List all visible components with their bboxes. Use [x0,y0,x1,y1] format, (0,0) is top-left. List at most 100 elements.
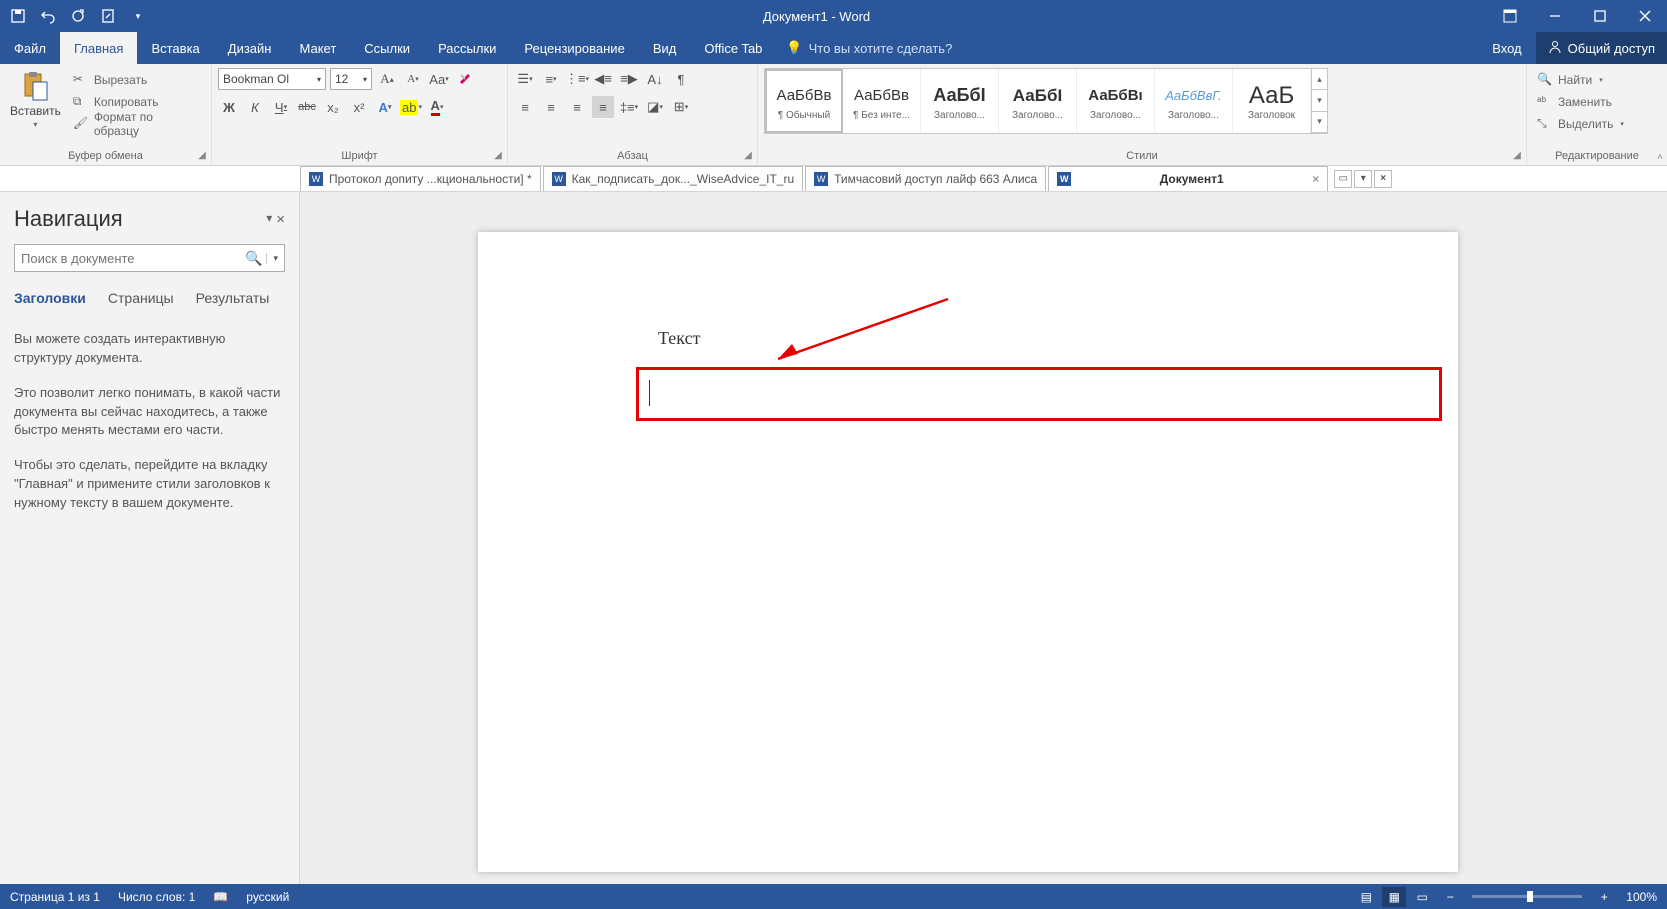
font-color-button[interactable]: A▾ [426,96,448,118]
status-page[interactable]: Страница 1 из 1 [10,890,100,904]
document-canvas[interactable]: Текст [300,192,1667,884]
change-case-button[interactable]: Aa▾ [428,68,450,90]
tab-file[interactable]: Файл [0,32,60,64]
highlight-button[interactable]: ab▾ [400,96,422,118]
styles-dialog-launcher[interactable]: ◢ [1510,148,1524,162]
zoom-slider[interactable] [1472,895,1582,898]
align-right-button[interactable]: ≡ [566,96,588,118]
qat-dropdown-icon[interactable]: ▾ [130,8,146,24]
strikethrough-button[interactable]: abc [296,96,318,118]
nav-search-input[interactable] [21,251,245,266]
minimize-button[interactable] [1532,0,1577,32]
tab-close-all-button[interactable]: × [1374,170,1392,188]
tab-references[interactable]: Ссылки [350,32,424,64]
style-title[interactable]: АаБЗаголовок [1233,69,1311,133]
font-name-combo[interactable]: Bookman Ol▾ [218,68,326,90]
search-icon[interactable]: 🔍 [245,250,262,267]
gallery-up[interactable]: ▴ [1312,69,1327,90]
doc-tab-2[interactable]: WКак_подписать_док..._WiseAdvice_IT_ru [543,166,804,191]
doc-tab-4[interactable]: WДокумент1× [1048,166,1328,191]
touch-mode-icon[interactable] [100,8,116,24]
doc-tab-3[interactable]: WТимчасовий доступ лайф 663 Алиса [805,166,1046,191]
web-layout-button[interactable]: ▭ [1410,887,1434,907]
tell-me-box[interactable]: 💡 Что вы хотите сделать? [776,40,952,56]
gallery-more[interactable]: ▾ [1312,112,1327,133]
replace-button[interactable]: ᵃᵇЗаменить [1533,92,1628,112]
text-effects-button[interactable]: A▾ [374,96,396,118]
decrease-indent-button[interactable]: ◀≡ [592,68,614,90]
clear-format-button[interactable] [454,68,476,90]
nav-close-icon[interactable]: × [276,211,285,228]
borders-button[interactable]: ⊞▾ [670,96,692,118]
nav-search-box[interactable]: 🔍 ▾ [14,244,285,272]
print-layout-button[interactable]: ▦ [1382,887,1406,907]
font-dialog-launcher[interactable]: ◢ [491,148,505,162]
maximize-button[interactable] [1577,0,1622,32]
subscript-button[interactable]: x₂ [322,96,344,118]
close-tab-icon[interactable]: × [1312,172,1319,186]
tab-home[interactable]: Главная [60,32,137,64]
spellcheck-icon[interactable]: 📖 [213,890,228,904]
signin-button[interactable]: Вход [1478,32,1535,64]
tab-office-tab[interactable]: Office Tab [690,32,776,64]
format-painter-button[interactable]: 🖌Формат по образцу [69,114,205,134]
justify-button[interactable]: ≡ [592,96,614,118]
bold-button[interactable]: Ж [218,96,240,118]
zoom-level[interactable]: 100% [1626,890,1657,904]
tab-dropdown-button[interactable]: ▾ [1354,170,1372,188]
status-word-count[interactable]: Число слов: 1 [118,890,195,904]
show-marks-button[interactable]: ¶ [670,68,692,90]
doc-tab-1[interactable]: WПротокол допиту ...кциональности] * [300,166,541,191]
redo-icon[interactable] [70,8,86,24]
style-no-spacing[interactable]: АаБбВв¶ Без инте... [843,69,921,133]
style-heading4[interactable]: АаБбВвГ.Заголово... [1155,69,1233,133]
nav-tab-results[interactable]: Результаты [196,290,270,306]
nav-dropdown-icon[interactable]: ▾ [266,211,272,228]
numbering-button[interactable]: ≡▾ [540,68,562,90]
tab-design[interactable]: Дизайн [214,32,286,64]
shrink-font-button[interactable]: A▾ [402,68,424,90]
nav-tab-headings[interactable]: Заголовки [14,290,86,306]
multilevel-button[interactable]: ⋮≡▾ [566,68,588,90]
align-left-button[interactable]: ≡ [514,96,536,118]
status-language[interactable]: русский [246,890,289,904]
tab-view[interactable]: Вид [639,32,691,64]
cut-button[interactable]: ✂Вырезать [69,70,205,90]
collapse-ribbon-icon[interactable]: ˄ [1657,152,1663,163]
paragraph-dialog-launcher[interactable]: ◢ [741,148,755,162]
gallery-down[interactable]: ▾ [1312,90,1327,111]
bullets-button[interactable]: ☰▾ [514,68,536,90]
share-button[interactable]: Общий доступ [1536,32,1667,64]
grow-font-button[interactable]: A▴ [376,68,398,90]
underline-button[interactable]: Ч▾ [270,96,292,118]
undo-icon[interactable] [40,8,56,24]
ribbon-options-icon[interactable] [1487,0,1532,32]
find-button[interactable]: 🔍Найти▾ [1533,70,1628,90]
zoom-in-button[interactable]: + [1592,887,1616,907]
style-heading2[interactable]: АаБбІЗаголово... [999,69,1077,133]
font-size-combo[interactable]: 12▾ [330,68,372,90]
style-heading1[interactable]: АаБбІЗаголово... [921,69,999,133]
align-center-button[interactable]: ≡ [540,96,562,118]
tab-mailings[interactable]: Рассылки [424,32,510,64]
close-button[interactable] [1622,0,1667,32]
style-normal[interactable]: АаБбВв¶ Обычный [765,69,843,133]
shading-button[interactable]: ◪▾ [644,96,666,118]
zoom-out-button[interactable]: − [1438,887,1462,907]
clipboard-dialog-launcher[interactable]: ◢ [195,148,209,162]
increase-indent-button[interactable]: ≡▶ [618,68,640,90]
line-spacing-button[interactable]: ‡≡▾ [618,96,640,118]
tab-insert[interactable]: Вставка [137,32,213,64]
style-heading3[interactable]: АаБбВıЗаголово... [1077,69,1155,133]
new-tab-button[interactable]: ▭ [1334,170,1352,188]
tab-review[interactable]: Рецензирование [510,32,638,64]
sort-button[interactable]: A↓ [644,68,666,90]
search-dropdown-icon[interactable]: ▾ [266,253,278,264]
copy-button[interactable]: ⧉Копировать [69,92,205,112]
tab-layout[interactable]: Макет [285,32,350,64]
read-mode-button[interactable]: ▤ [1354,887,1378,907]
superscript-button[interactable]: x² [348,96,370,118]
italic-button[interactable]: К [244,96,266,118]
select-button[interactable]: ⤡Выделить▾ [1533,114,1628,134]
paste-button[interactable]: Вставить ▾ [6,68,65,131]
